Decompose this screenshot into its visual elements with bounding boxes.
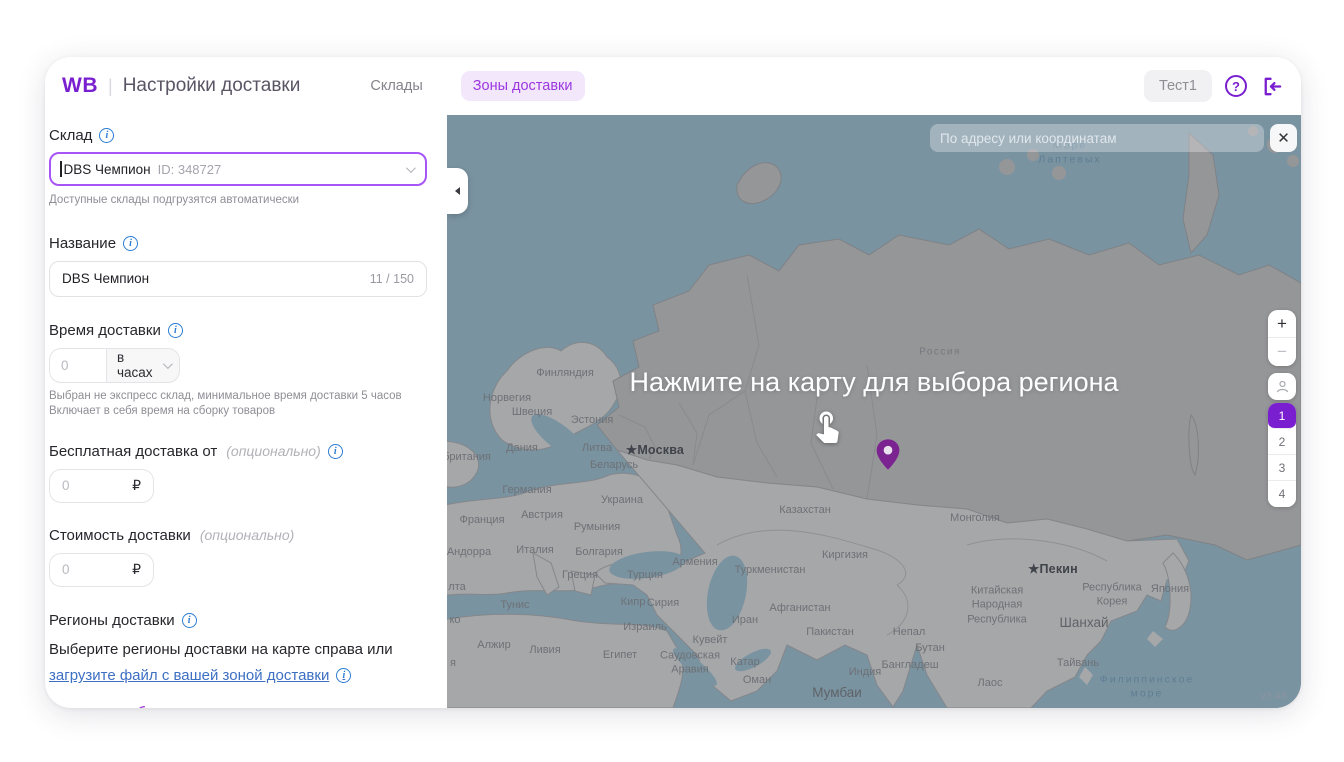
- panel-collapse-handle[interactable]: [447, 168, 468, 214]
- chevron-left-icon: [455, 187, 460, 195]
- wb-logo: WB: [62, 74, 98, 97]
- name-input[interactable]: DBS Чемпион 11 / 150: [49, 260, 427, 297]
- region-level-buttons: 1234: [1268, 403, 1296, 507]
- regions-hint: Выберите регионы доставки на карте справ…: [49, 640, 393, 658]
- zoom-control: + −: [1268, 310, 1296, 366]
- warehouse-helper: Доступные склады подгрузятся автоматичес…: [49, 194, 300, 206]
- name-info-icon[interactable]: i: [123, 235, 139, 251]
- map-level-button-4[interactable]: 4: [1268, 481, 1296, 507]
- delivery-time-label: Время доставки i: [49, 322, 427, 339]
- delivery-settings-window: WB | Настройки доставки Склады Зоны дост…: [45, 57, 1301, 708]
- zoom-in-button[interactable]: +: [1268, 310, 1296, 338]
- warehouse-label: Склад i: [49, 127, 427, 144]
- warehouse-select[interactable]: DBS Чемпион ID: 348727: [49, 152, 427, 186]
- zoom-out-button[interactable]: −: [1268, 338, 1296, 366]
- header-right: Тест1 ?: [1143, 70, 1283, 102]
- person-icon: [1276, 380, 1288, 393]
- free-from-label: Бесплатная доставка от (опционально) i: [49, 443, 427, 460]
- header-divider: |: [108, 75, 113, 96]
- page-title: Настройки доставки: [122, 75, 301, 96]
- delivery-time-input[interactable]: 0: [50, 348, 107, 382]
- delivery-time-info-icon[interactable]: i: [167, 322, 183, 338]
- free-from-info-icon[interactable]: i: [327, 443, 343, 459]
- ruble-sign: ₽: [132, 477, 141, 494]
- user-button[interactable]: Тест1: [1143, 70, 1212, 102]
- upload-info-icon[interactable]: i: [336, 668, 352, 684]
- map-level-button-2[interactable]: 2: [1268, 429, 1296, 455]
- help-icon[interactable]: ?: [1225, 75, 1247, 97]
- char-counter: 11 / 150: [369, 271, 414, 286]
- map-level-button-1[interactable]: 1: [1268, 403, 1296, 429]
- map-search-input[interactable]: [930, 124, 1264, 152]
- warehouse-info-icon[interactable]: i: [99, 128, 115, 143]
- map-level-button-3[interactable]: 3: [1268, 455, 1296, 481]
- cost-input[interactable]: 0 ₽: [49, 552, 154, 587]
- upload-zone-file-link[interactable]: загрузите файл с вашей зоной доставки i: [49, 667, 352, 684]
- free-from-input[interactable]: 0 ₽: [49, 468, 154, 503]
- chevron-down-icon: [162, 358, 173, 369]
- clear-regions-link[interactable]: Очистить выбранные регионы: [49, 704, 260, 708]
- map-geography: [447, 115, 1301, 708]
- logout-icon[interactable]: [1260, 75, 1283, 98]
- header: WB | Настройки доставки Склады Зоны дост…: [45, 57, 1301, 115]
- regions-info-icon[interactable]: i: [181, 612, 197, 628]
- delivery-time-control: 0 в часах: [49, 347, 180, 383]
- delivery-time-unit-select[interactable]: в часах: [107, 349, 179, 382]
- delivery-time-helper-1: Выбран не экспресс склад, минимальное вр…: [49, 389, 402, 402]
- settings-panel: Склад i DBS Чемпион ID: 348727 Доступные…: [45, 115, 447, 708]
- cost-label: Стоимость доставки (опционально): [49, 526, 295, 544]
- ruble-sign: ₽: [132, 561, 141, 578]
- map-close-button[interactable]: ✕: [1270, 124, 1297, 152]
- tab-delivery-zones[interactable]: Зоны доставки: [460, 71, 585, 101]
- chevron-down-icon: [405, 162, 416, 173]
- regions-label: Регионы доставки i: [49, 612, 427, 629]
- geolocation-button[interactable]: [1268, 373, 1296, 400]
- tabs: Склады Зоны доставки: [358, 71, 585, 101]
- map[interactable]: Море Лаптевых Россия Финляндия Норвегия Швец…: [447, 115, 1301, 708]
- delivery-time-helper-2: Включает в себя время на сборку товаров: [49, 405, 276, 418]
- text-caret: [60, 161, 62, 177]
- name-label: Название i: [49, 235, 427, 252]
- tab-warehouses[interactable]: Склады: [358, 71, 434, 101]
